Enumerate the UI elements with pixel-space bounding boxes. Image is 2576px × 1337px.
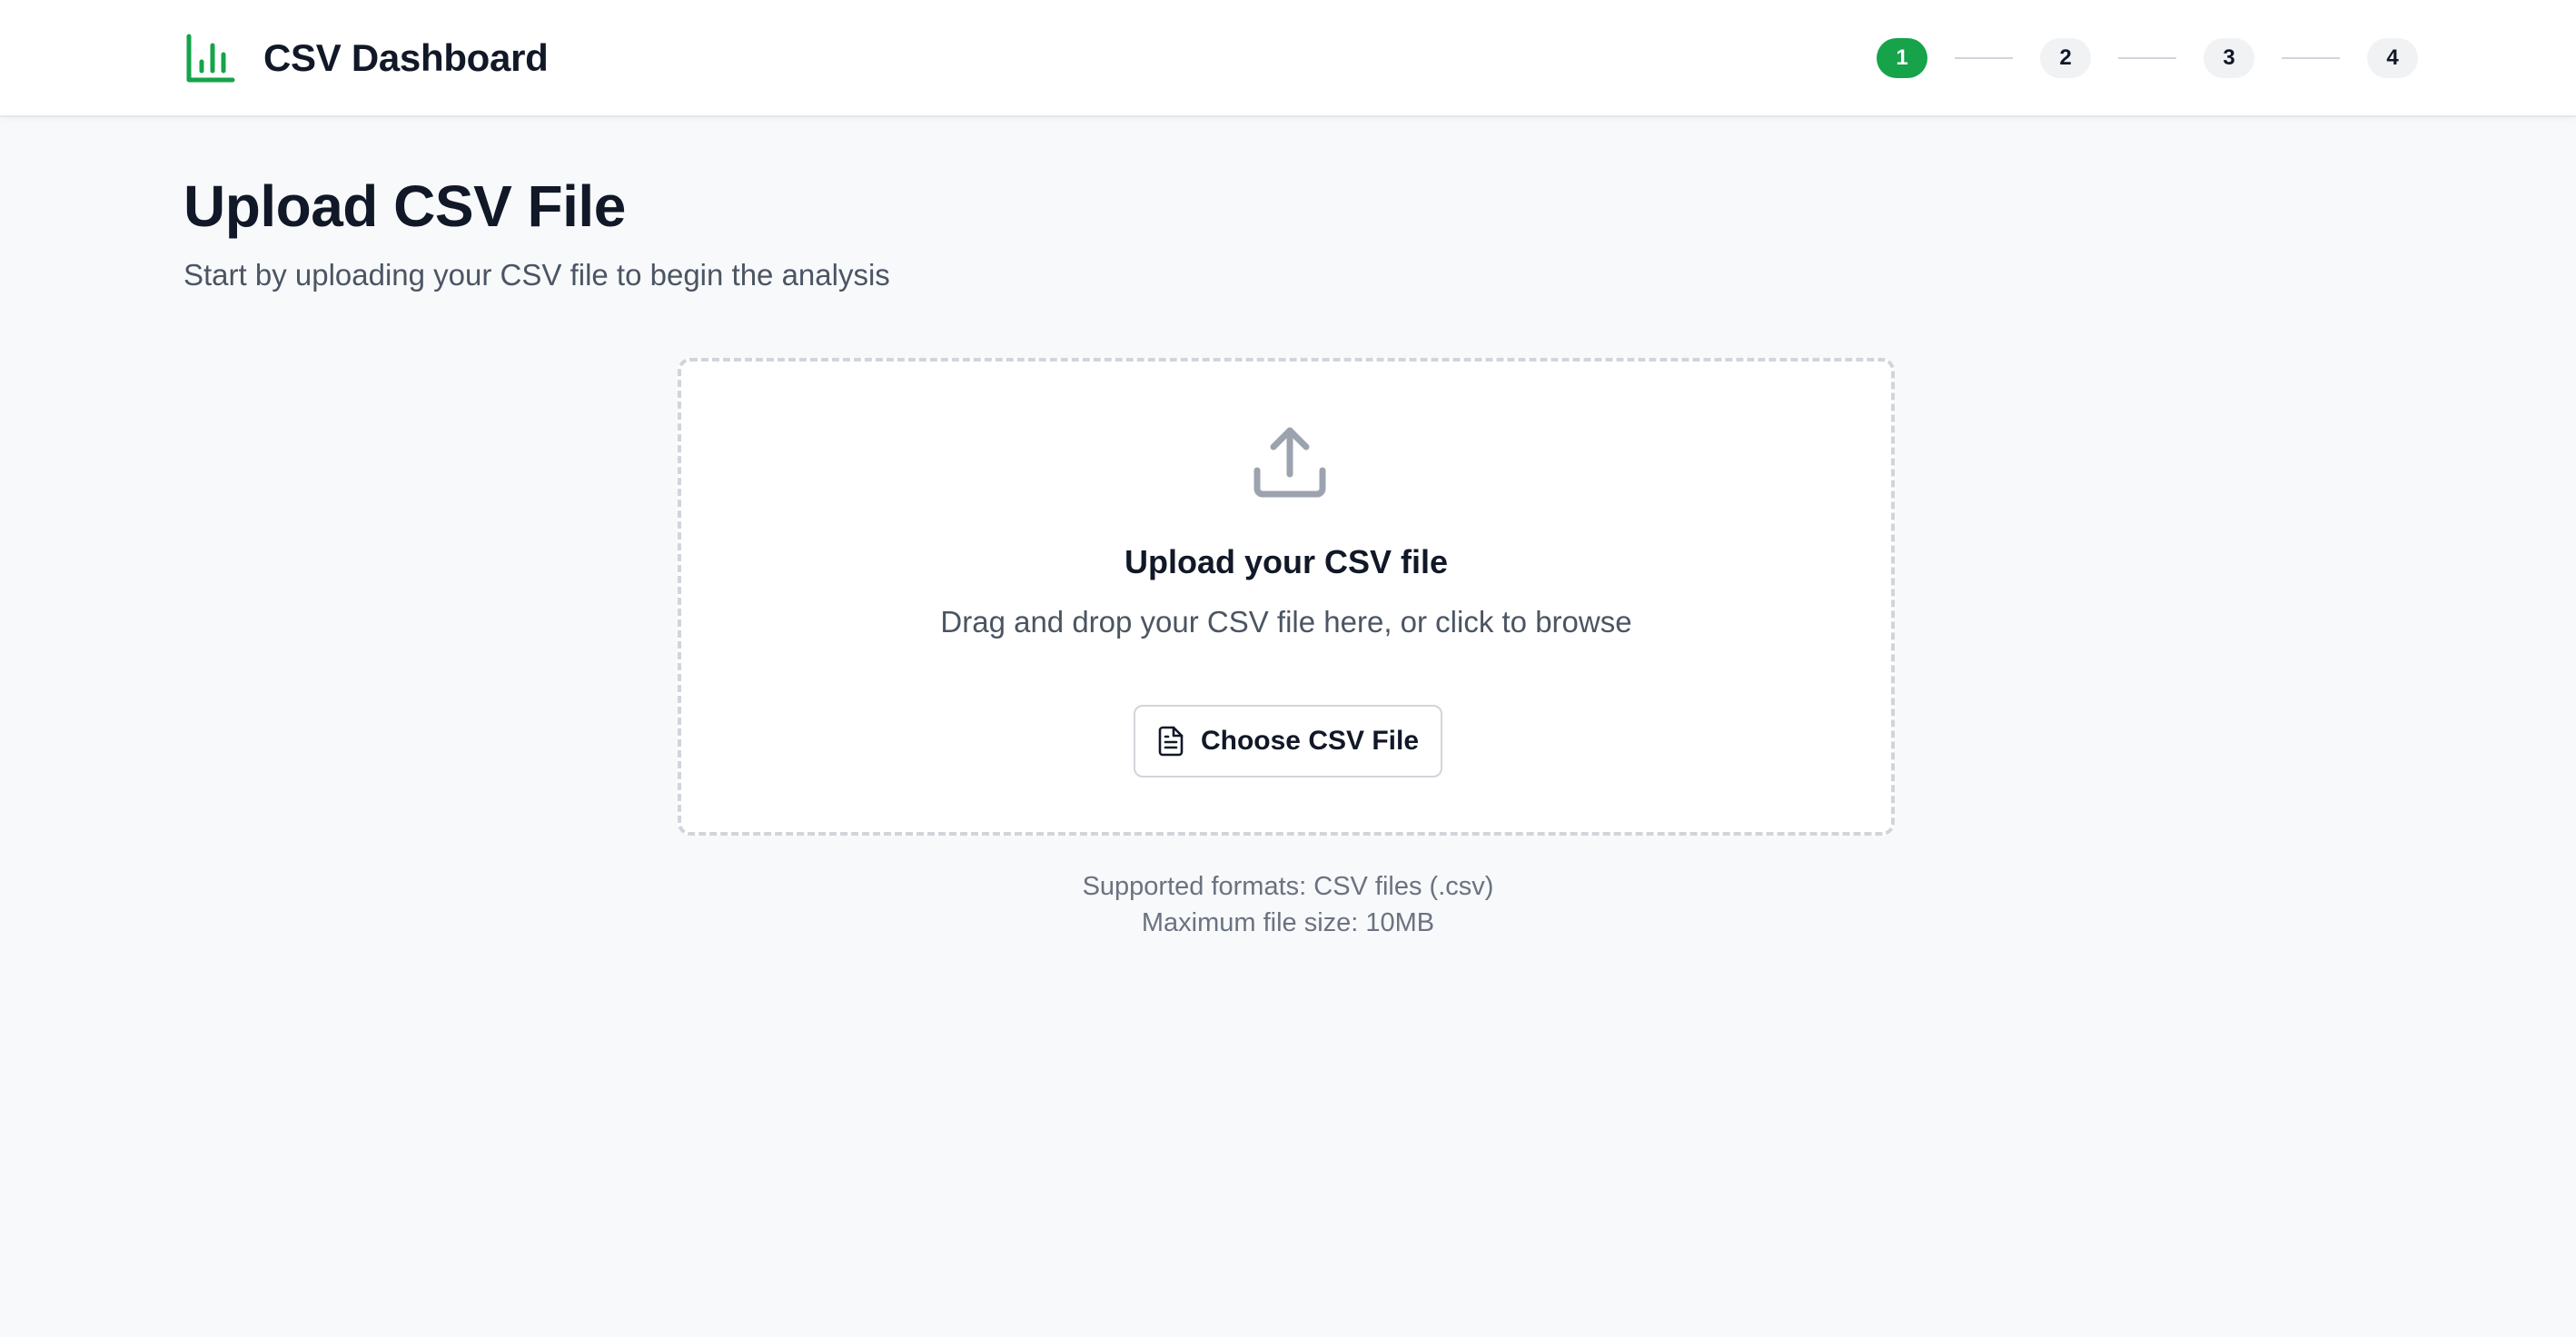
step-indicator: 1 2 3 4 <box>1877 38 2418 78</box>
file-dropzone[interactable]: Upload your CSV file Drag and drop your … <box>678 358 1895 836</box>
bar-chart-icon <box>183 31 238 85</box>
upload-requirements: Supported formats: CSV files (.csv) Maxi… <box>0 868 2576 941</box>
file-text-icon <box>1157 726 1184 757</box>
step-4: 4 <box>2367 38 2418 78</box>
upload-icon <box>1252 423 1328 500</box>
step-3: 3 <box>2204 38 2254 78</box>
step-1: 1 <box>1877 38 1927 78</box>
choose-csv-file-button[interactable]: Choose CSV File <box>1134 705 1442 777</box>
step-2: 2 <box>2040 38 2091 78</box>
app-title: CSV Dashboard <box>263 36 549 79</box>
page-subtitle: Start by uploading your CSV file to begi… <box>183 258 890 292</box>
supported-formats-text: Supported formats: CSV files (.csv) <box>1082 872 1494 901</box>
dropzone-heading: Upload your CSV file <box>1124 543 1449 580</box>
step-connector <box>2282 57 2340 59</box>
brand[interactable]: CSV Dashboard <box>183 31 549 85</box>
max-file-size-text: Maximum file size: 10MB <box>1141 908 1435 937</box>
step-connector <box>2118 57 2176 59</box>
page-title: Upload CSV File <box>183 173 626 239</box>
app-header: CSV Dashboard 1 2 3 4 <box>0 0 2576 117</box>
step-connector <box>1955 57 2013 59</box>
dropzone-description: Drag and drop your CSV file here, or cli… <box>940 605 1632 639</box>
choose-button-label: Choose CSV File <box>1200 726 1420 756</box>
